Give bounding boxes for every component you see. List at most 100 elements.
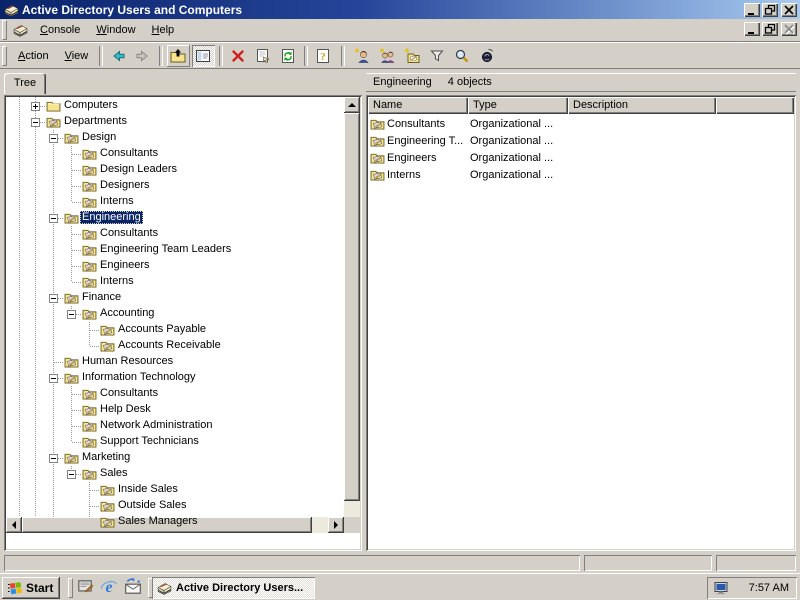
tree-guide-line bbox=[53, 466, 54, 482]
taskbar-grip[interactable] bbox=[68, 578, 73, 598]
list-item-engineers[interactable]: EngineersOrganizational ... bbox=[368, 150, 794, 167]
tree-item-consultants[interactable]: Consultants bbox=[6, 386, 344, 402]
collapse-minus-icon[interactable] bbox=[67, 310, 76, 319]
tab-tree[interactable]: Tree bbox=[4, 73, 46, 94]
tree-item-interns[interactable]: Interns bbox=[6, 274, 344, 290]
tree-guide-line bbox=[53, 162, 54, 178]
tree-item-accounts-payable[interactable]: Accounts Payable bbox=[6, 322, 344, 338]
tree-item-support-technicians[interactable]: Support Technicians bbox=[6, 434, 344, 450]
tree-item-label: Interns bbox=[98, 195, 136, 208]
task-button-active-directory[interactable]: Active Directory Users... bbox=[152, 577, 315, 599]
collapse-minus-icon[interactable] bbox=[67, 470, 76, 479]
restore-button[interactable] bbox=[762, 3, 778, 17]
scroll-up-button[interactable] bbox=[344, 97, 360, 113]
directory-special-button[interactable] bbox=[476, 45, 499, 67]
forward-button[interactable] bbox=[132, 45, 155, 67]
create-new-organizational-unit-button[interactable] bbox=[401, 45, 424, 67]
show-desktop-button[interactable] bbox=[74, 577, 96, 599]
minimize-button[interactable] bbox=[744, 3, 760, 17]
column-header-description[interactable]: Description bbox=[568, 97, 716, 114]
set-filtering-options-button[interactable] bbox=[426, 45, 449, 67]
tree-item-designers[interactable]: Designers bbox=[6, 178, 344, 194]
tree-item-departments[interactable]: Departments bbox=[6, 114, 344, 130]
close-button[interactable] bbox=[781, 3, 797, 17]
menu-console[interactable]: Console bbox=[32, 21, 88, 39]
collapse-minus-icon[interactable] bbox=[49, 454, 58, 463]
up-one-level-button[interactable] bbox=[167, 45, 190, 67]
tree-item-help-desk[interactable]: Help Desk bbox=[6, 402, 344, 418]
collapse-minus-icon[interactable] bbox=[49, 134, 58, 143]
collapse-minus-icon[interactable] bbox=[31, 118, 40, 127]
child-restore-button[interactable] bbox=[762, 22, 778, 36]
ou-folder-icon bbox=[100, 340, 115, 352]
arrow-right-icon bbox=[135, 48, 151, 64]
delete-button[interactable] bbox=[227, 45, 250, 67]
vertical-scroll-thumb[interactable] bbox=[344, 113, 360, 501]
create-new-user-button[interactable] bbox=[351, 45, 374, 67]
toolbar-grip[interactable] bbox=[2, 46, 7, 66]
mmc-window: Active Directory Users and Computers Con… bbox=[0, 0, 800, 573]
scroll-left-button[interactable] bbox=[6, 517, 22, 533]
tree-item-network-administration[interactable]: Network Administration bbox=[6, 418, 344, 434]
tree-item-consultants[interactable]: Consultants bbox=[6, 226, 344, 242]
tree-item-sales[interactable]: Sales bbox=[6, 466, 344, 482]
find-objects-button[interactable] bbox=[451, 45, 474, 67]
list-item-interns[interactable]: InternsOrganizational ... bbox=[368, 167, 794, 184]
clock[interactable]: 7:57 AM bbox=[749, 582, 789, 594]
menu-help[interactable]: Help bbox=[144, 21, 183, 39]
menubar-grip[interactable] bbox=[2, 20, 7, 40]
column-header-type[interactable]: Type bbox=[468, 97, 568, 114]
tree-vertical-scrollbar[interactable] bbox=[344, 97, 360, 533]
tree-guide-line bbox=[53, 194, 54, 210]
tree-item-accounting[interactable]: Accounting bbox=[6, 306, 344, 322]
tray-computer-icon[interactable] bbox=[713, 580, 729, 596]
ou-folder-icon bbox=[100, 516, 115, 528]
tree-item-engineers[interactable]: Engineers bbox=[6, 258, 344, 274]
tree-item-engineering-team-leaders[interactable]: Engineering Team Leaders bbox=[6, 242, 344, 258]
list-item-consultants[interactable]: ConsultantsOrganizational ... bbox=[368, 116, 794, 133]
toolbar-menu-action[interactable]: Action bbox=[10, 47, 57, 65]
tree-item-design-leaders[interactable]: Design Leaders bbox=[6, 162, 344, 178]
column-header-name[interactable]: Name bbox=[368, 97, 468, 114]
tree-guide-line bbox=[72, 250, 81, 251]
show-hide-console-tree-button[interactable] bbox=[192, 45, 215, 67]
create-new-group-button[interactable] bbox=[376, 45, 399, 67]
tree-item-outside-sales[interactable]: Outside Sales bbox=[6, 498, 344, 514]
tree-item-finance[interactable]: Finance bbox=[6, 290, 344, 306]
internet-explorer-button[interactable] bbox=[98, 577, 120, 599]
tree-item-accounts-receivable[interactable]: Accounts Receivable bbox=[6, 338, 344, 354]
tree-item-marketing[interactable]: Marketing bbox=[6, 450, 344, 466]
start-button[interactable]: Start bbox=[2, 577, 60, 599]
outlook-express-button[interactable] bbox=[122, 577, 144, 599]
list-item-description bbox=[570, 118, 714, 132]
list-item-engineering-t-[interactable]: Engineering T...Organizational ... bbox=[368, 133, 794, 150]
menu-bar: ConsoleWindowHelp bbox=[0, 19, 800, 42]
tree-item-inside-sales[interactable]: Inside Sales bbox=[6, 482, 344, 498]
tree-item-interns[interactable]: Interns bbox=[6, 194, 344, 210]
collapse-minus-icon[interactable] bbox=[49, 214, 58, 223]
tree-item-information-technology[interactable]: Information Technology bbox=[6, 370, 344, 386]
properties-button[interactable] bbox=[252, 45, 275, 67]
tree-item-label: Design Leaders bbox=[98, 163, 179, 176]
filter-icon bbox=[429, 48, 445, 64]
collapse-minus-icon[interactable] bbox=[49, 294, 58, 303]
menu-window[interactable]: Window bbox=[88, 21, 143, 39]
tree-item-engineering[interactable]: Engineering bbox=[6, 210, 344, 226]
ou-folder-icon bbox=[370, 169, 385, 184]
child-minimize-button[interactable] bbox=[744, 22, 760, 36]
toolbar-menu-view[interactable]: View bbox=[57, 47, 97, 65]
collapse-minus-icon[interactable] bbox=[49, 374, 58, 383]
help-topics-button[interactable] bbox=[312, 45, 335, 67]
list-item-type: Organizational ... bbox=[470, 169, 566, 183]
expand-plus-icon[interactable] bbox=[31, 102, 40, 111]
back-button[interactable] bbox=[107, 45, 130, 67]
list-item-name: Engineers bbox=[387, 152, 467, 166]
refresh-button[interactable] bbox=[277, 45, 300, 67]
tree-item-human-resources[interactable]: Human Resources bbox=[6, 354, 344, 370]
ou-folder-icon bbox=[82, 404, 97, 416]
tree-item-computers[interactable]: Computers bbox=[6, 98, 344, 114]
title-bar[interactable]: Active Directory Users and Computers bbox=[0, 0, 800, 19]
tree-item-consultants[interactable]: Consultants bbox=[6, 146, 344, 162]
scroll-right-button[interactable] bbox=[328, 517, 344, 533]
tree-item-design[interactable]: Design bbox=[6, 130, 344, 146]
